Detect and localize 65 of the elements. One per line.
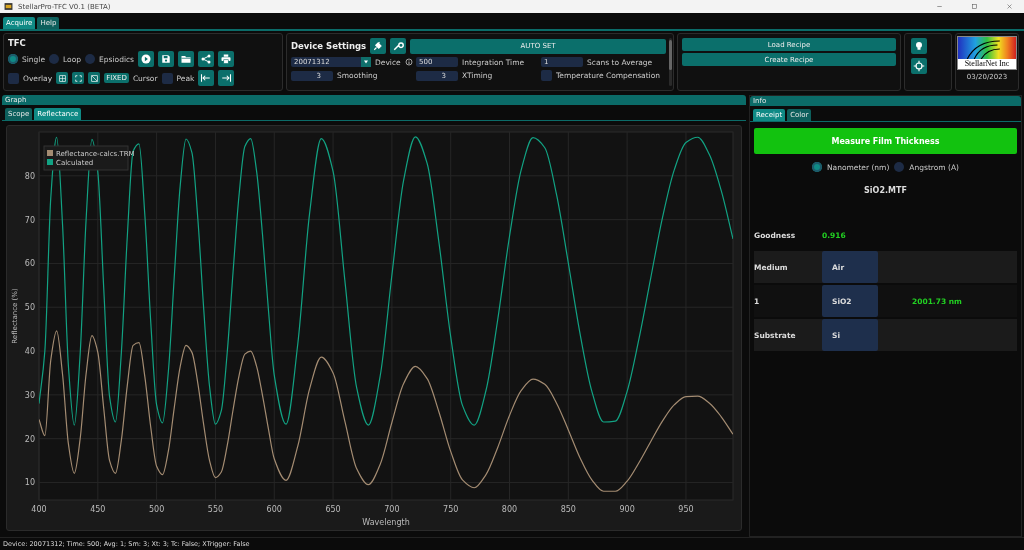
tick-label: 50 — [24, 303, 35, 313]
crosshair-icon — [913, 60, 925, 72]
wrench-icon — [392, 40, 405, 52]
light-bulb-button[interactable] — [911, 38, 927, 54]
logo: StellarNet Inc — [957, 36, 1017, 70]
tick-label: 750 — [443, 505, 459, 514]
tick-label: 650 — [325, 505, 341, 514]
tick-label: 500 — [149, 505, 165, 514]
radio-button[interactable] — [811, 162, 822, 172]
folder-icon — [180, 53, 193, 65]
panel-title: Device Settings — [291, 41, 367, 51]
tick-label: 450 — [90, 505, 106, 514]
radio-button[interactable] — [8, 54, 18, 64]
tick-label: 700 — [384, 505, 400, 514]
checkbox[interactable] — [541, 70, 552, 81]
tick-label: 800 — [501, 505, 518, 514]
axis-title: Wavelength — [362, 518, 410, 527]
share-button[interactable] — [198, 51, 215, 67]
share-icon — [200, 53, 213, 65]
table-icon — [57, 73, 67, 83]
left-arrow-icon — [200, 72, 213, 84]
right-arrow-icon — [220, 72, 233, 84]
crosshair-button[interactable] — [911, 58, 927, 74]
fit-button[interactable] — [72, 72, 85, 84]
tick-label: 550 — [207, 505, 224, 514]
radio-button[interactable] — [85, 54, 96, 64]
plug-button[interactable] — [370, 38, 387, 54]
tick-label: 600 — [266, 505, 282, 514]
print-button[interactable] — [218, 51, 235, 67]
tick-label: 40 — [24, 347, 35, 357]
caret-icon — [362, 58, 370, 66]
save-icon — [160, 53, 173, 65]
scrollbar[interactable] — [669, 38, 672, 86]
checkbox[interactable] — [8, 72, 19, 84]
recipe-file-name: SiO2.MTF — [863, 186, 908, 195]
app-icon — [4, 2, 13, 11]
wrench-button[interactable] — [390, 38, 407, 54]
tick-label: 950 — [678, 505, 694, 514]
table-button[interactable] — [56, 72, 69, 84]
tick-label: 850 — [560, 505, 576, 514]
tick-label: 80 — [24, 171, 35, 181]
tick-label: 400 — [31, 505, 47, 514]
fit-icon — [73, 73, 83, 83]
tick-label: 20 — [24, 434, 35, 444]
crossed-box-icon — [89, 73, 99, 83]
maximize-icon[interactable] — [969, 2, 979, 11]
tick-label: 60 — [24, 259, 35, 269]
save-button[interactable] — [158, 51, 175, 67]
play-icon — [140, 53, 153, 65]
light-bulb-icon — [913, 40, 925, 52]
panel-title: TFC — [8, 38, 27, 48]
right-arrow-button[interactable] — [218, 70, 235, 86]
tick-label: 70 — [24, 215, 35, 225]
radio-button[interactable] — [49, 54, 60, 64]
info-icon — [404, 58, 413, 66]
tick-label: 10 — [24, 478, 35, 488]
tick-label: 30 — [24, 390, 35, 400]
radio-button[interactable] — [894, 162, 905, 172]
folder-button[interactable] — [178, 51, 195, 67]
tick-label: 900 — [619, 505, 635, 514]
crossed-box-button[interactable] — [88, 72, 101, 84]
play-button[interactable] — [138, 51, 155, 67]
checkbox[interactable] — [161, 72, 173, 84]
left-arrow-button[interactable] — [198, 70, 215, 86]
print-icon — [220, 53, 233, 65]
